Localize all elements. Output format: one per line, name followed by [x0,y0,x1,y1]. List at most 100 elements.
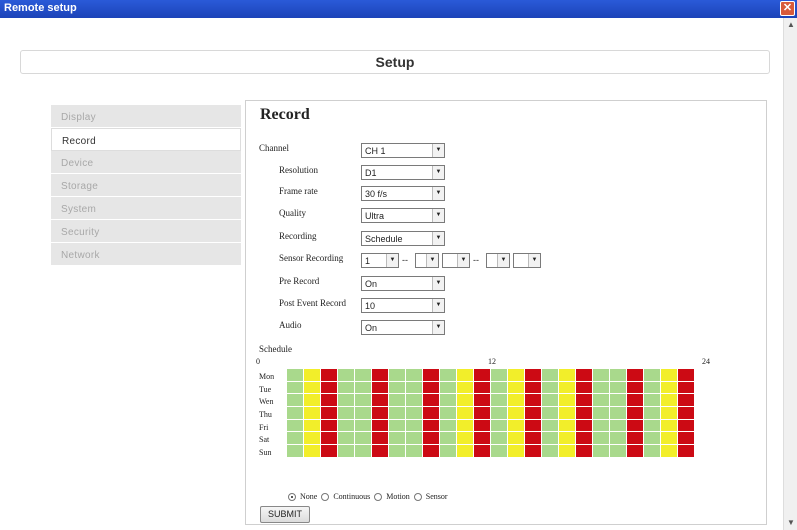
schedule-cell[interactable] [678,445,694,457]
schedule-cell[interactable] [542,432,558,445]
schedule-cell[interactable] [372,432,388,445]
schedule-cell[interactable] [389,419,405,432]
schedule-cell[interactable] [661,445,677,457]
menu-item-network[interactable]: Network [51,243,241,266]
schedule-cell[interactable] [338,407,354,419]
schedule-cell[interactable] [491,407,507,419]
schedule-cell[interactable] [355,381,371,394]
menu-item-display[interactable]: Display [51,105,241,128]
schedule-cell[interactable] [508,419,524,432]
schedule-cell[interactable] [508,381,524,394]
schedule-cell[interactable] [338,394,354,407]
schedule-cell[interactable] [406,432,422,445]
schedule-cell[interactable] [525,419,541,432]
schedule-cell[interactable] [372,419,388,432]
schedule-cell[interactable] [304,445,320,457]
schedule-cell[interactable] [355,369,371,381]
schedule-cell[interactable] [321,432,337,445]
schedule-cell[interactable] [627,394,643,407]
chevron-down-icon[interactable]: ▼ [432,321,444,334]
schedule-cell[interactable] [440,369,456,381]
schedule-cell[interactable] [474,394,490,407]
schedule-cell[interactable] [644,445,660,457]
schedule-cell[interactable] [338,432,354,445]
schedule-cell[interactable] [423,445,439,457]
schedule-cell[interactable] [678,432,694,445]
schedule-cell[interactable] [389,369,405,381]
channel-select[interactable]: CH 1 ▼ [361,143,445,158]
schedule-cell[interactable] [474,381,490,394]
schedule-cell[interactable] [321,381,337,394]
schedule-cell[interactable] [627,381,643,394]
chevron-down-icon[interactable]: ▼ [426,254,438,267]
schedule-cell[interactable] [355,419,371,432]
schedule-cell[interactable] [525,432,541,445]
schedule-cell[interactable] [457,445,473,457]
schedule-cell[interactable] [593,445,609,457]
schedule-cell[interactable] [423,394,439,407]
audio-select[interactable]: On ▼ [361,320,445,335]
schedule-cell[interactable] [321,419,337,432]
schedule-cell[interactable] [355,407,371,419]
schedule-cell[interactable] [508,394,524,407]
quality-select[interactable]: Ultra ▼ [361,208,445,223]
scroll-down-icon[interactable]: ▼ [784,516,797,530]
schedule-cell[interactable] [491,369,507,381]
schedule-cell[interactable] [508,407,524,419]
schedule-cell[interactable] [610,445,626,457]
menu-item-storage[interactable]: Storage [51,174,241,197]
schedule-cell[interactable] [423,407,439,419]
schedule-cell[interactable] [491,394,507,407]
schedule-cell[interactable] [440,381,456,394]
schedule-cell[interactable] [542,369,558,381]
schedule-cell[interactable] [576,369,592,381]
schedule-cell[interactable] [457,419,473,432]
sensor-select-3[interactable]: ▼ [442,253,470,268]
schedule-cell[interactable] [372,369,388,381]
schedule-cell[interactable] [389,394,405,407]
schedule-cell[interactable] [474,445,490,457]
chevron-down-icon[interactable]: ▼ [432,299,444,312]
schedule-cell[interactable] [593,407,609,419]
pre-record-select[interactable]: On ▼ [361,276,445,291]
chevron-down-icon[interactable]: ▼ [497,254,509,267]
schedule-cell[interactable] [457,432,473,445]
schedule-cell[interactable] [406,394,422,407]
schedule-cell[interactable] [389,445,405,457]
menu-item-system[interactable]: System [51,197,241,220]
schedule-cell[interactable] [661,407,677,419]
schedule-cell[interactable] [576,394,592,407]
schedule-cell[interactable] [372,394,388,407]
schedule-cell[interactable] [610,419,626,432]
schedule-cell[interactable] [338,381,354,394]
schedule-cell[interactable] [338,419,354,432]
schedule-cell[interactable] [525,407,541,419]
schedule-cell[interactable] [304,432,320,445]
schedule-cell[interactable] [372,445,388,457]
radio-motion[interactable] [374,492,383,501]
schedule-cell[interactable] [610,381,626,394]
schedule-cell[interactable] [355,445,371,457]
schedule-cell[interactable] [525,381,541,394]
schedule-cell[interactable] [542,419,558,432]
schedule-cell[interactable] [355,432,371,445]
vertical-scrollbar[interactable]: ▲ ▼ [783,18,797,530]
schedule-cell[interactable] [542,445,558,457]
schedule-cell[interactable] [321,445,337,457]
sensor-select-5[interactable]: ▼ [513,253,541,268]
schedule-cell[interactable] [338,369,354,381]
schedule-cell[interactable] [593,432,609,445]
schedule-cell[interactable] [457,394,473,407]
schedule-cell[interactable] [423,369,439,381]
schedule-cell[interactable] [304,369,320,381]
recording-select[interactable]: Schedule ▼ [361,231,445,246]
schedule-cell[interactable] [355,394,371,407]
schedule-cell[interactable] [304,394,320,407]
schedule-cell[interactable] [287,445,303,457]
sensor-select-2[interactable]: ▼ [415,253,439,268]
chevron-down-icon[interactable]: ▼ [528,254,540,267]
schedule-cell[interactable] [559,381,575,394]
chevron-down-icon[interactable]: ▼ [432,277,444,290]
chevron-down-icon[interactable]: ▼ [432,166,444,179]
chevron-down-icon[interactable]: ▼ [432,232,444,245]
